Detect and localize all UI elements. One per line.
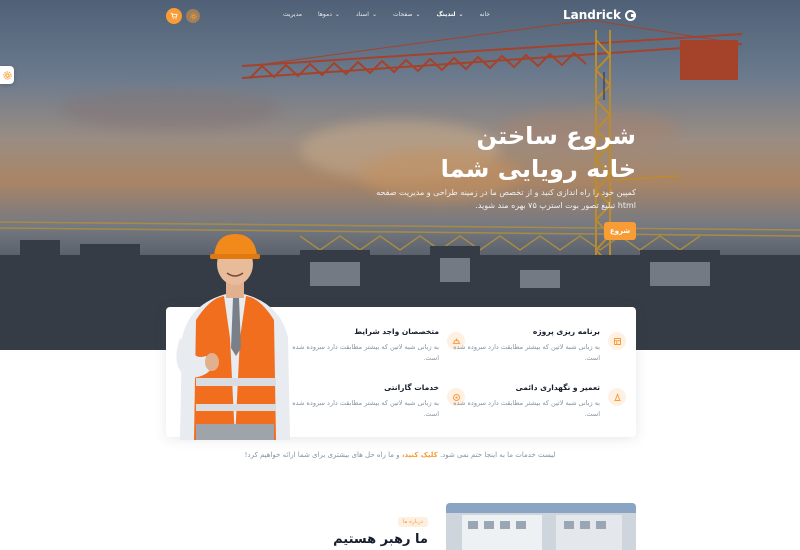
hero-title-line: شروع ساختن [476,122,636,150]
gear-icon [189,12,197,20]
logo-text: Landrick [562,8,621,22]
worker-image [176,234,290,440]
shopping-cart-icon [170,12,178,20]
services-text: لیست خدمات ما به اینجا ختم نمی شود. [439,451,556,459]
about-title: ما رهبر هستیم [333,532,428,547]
nav-item-docs[interactable]: اسناد ⌄ [356,11,377,18]
feature-item: تعمیر و نگهداری دائمی به زبانی شبه لاتین… [450,383,600,420]
nav-label: خانه [479,11,490,18]
nav-item-admin[interactable]: مدیریت [283,11,302,18]
nav-label: دموها [317,11,332,18]
services-callout: لیست خدمات ما به اینجا ختم نمی شود. کلیک… [0,451,800,459]
nav-label: صفحات [393,11,413,18]
layout-icon [608,332,626,350]
feature-item: متخصصان واجد شرایط به زبانی شبه لاتین که… [289,327,439,364]
services-link[interactable]: کلیک کنید، [402,451,438,459]
chevron-down-icon: ⌄ [458,11,464,18]
hero-title-line: خانه رویایی شما [440,155,636,183]
feature-item: خدمات گارانتی به زبانی شبه لاتین که بیشت… [289,383,439,420]
nav-item-pages[interactable]: صفحات ⌄ [393,11,421,18]
style-switcher-button[interactable] [0,66,14,84]
chevron-down-icon: ⌄ [334,11,340,18]
feature-item: برنامه ریزی پروژه به زبانی شبه لاتین که … [450,327,600,364]
feature-text: به زبانی شبه لاتین که بیشتر مطابقت دارد … [453,399,600,418]
about-badge: درباره ما [397,517,428,527]
feature-title: برنامه ریزی پروژه [532,327,600,336]
chevron-down-icon: ⌄ [415,11,421,18]
navbar: Landrick خانه لندینگ ⌄ صفحات ⌄ اسناد ⌄ دموه… [0,0,800,32]
start-button[interactable]: شروع [604,222,636,240]
feature-title: متخصصان واجد شرایط [354,327,439,336]
logo-icon [625,9,636,21]
feature-title: خدمات گارانتی [384,383,439,392]
feature-text: به زبانی شبه لاتین که بیشتر مطابقت دارد … [453,343,600,362]
cart-button[interactable] [166,8,182,24]
gear-icon [2,70,12,80]
main-menu: خانه لندینگ ⌄ صفحات ⌄ اسناد ⌄ دموها ⌄ مدیریت [283,11,490,18]
about-image [446,503,636,550]
nav-label: لندینگ [436,11,456,18]
feature-text: به زبانی شبه لاتین که بیشتر مطابقت دارد … [292,343,439,362]
hero-title: شروع ساختن خانه رویایی شما [336,120,636,186]
feature-title: تعمیر و نگهداری دائمی [515,383,600,392]
logo[interactable]: Landrick [563,8,636,22]
building-illustration [446,503,636,550]
chevron-down-icon: ⌄ [371,11,377,18]
settings-button[interactable] [186,9,200,23]
feature-text: به زبانی شبه لاتین که بیشتر مطابقت دارد … [292,399,439,418]
hero-description: کمپین خود را راه اندازی کنید و از تخصص م… [376,188,636,210]
helmet-icon [447,332,465,350]
nav-item-landing[interactable]: لندینگ ⌄ [437,11,464,18]
nav-label: اسناد [355,11,369,18]
nav-label: مدیریت [283,11,302,18]
services-text: و ما راه حل های بیشتری برای شما ارائه خو… [244,451,400,459]
nav-item-demos[interactable]: دموها ⌄ [318,11,340,18]
nav-item-home[interactable]: خانه [480,11,490,18]
cone-icon [608,388,626,406]
award-icon [447,388,465,406]
